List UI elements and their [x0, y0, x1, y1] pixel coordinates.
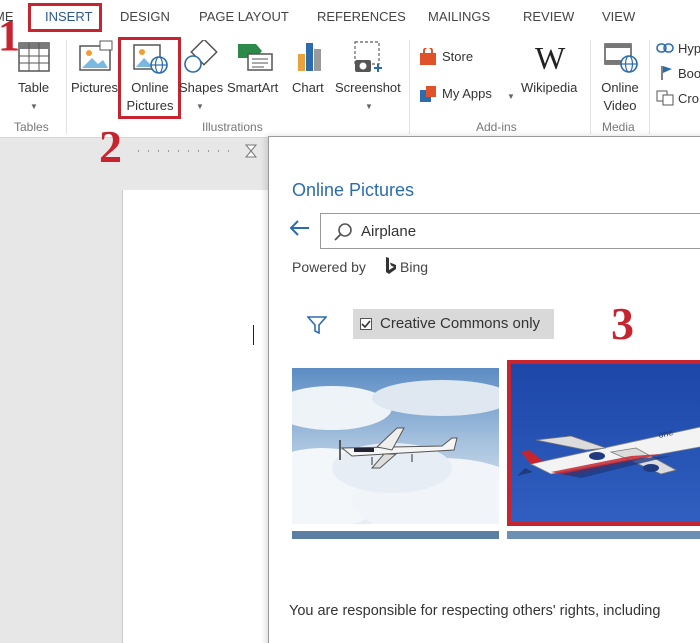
text-cursor: [253, 325, 254, 345]
tab-design[interactable]: DESIGN: [120, 9, 170, 24]
cross-reference-label: Cro: [678, 91, 699, 106]
online-pictures-label-line2: Pictures: [126, 98, 174, 113]
tab-review[interactable]: REVIEW: [523, 9, 574, 24]
bing-label: Bing: [400, 259, 429, 275]
hyperlink-label: Hyp: [678, 41, 700, 56]
picture-icon: [79, 40, 113, 71]
step-number-3: 3: [611, 298, 634, 349]
online-pictures-label-line1: Online: [131, 80, 169, 95]
cross-reference-icon: [656, 90, 674, 106]
chart-icon: [298, 43, 321, 71]
airliner-photo: one: [511, 364, 700, 522]
small-plane-photo: [292, 368, 499, 524]
wikipedia-icon: W: [535, 40, 566, 76]
screenshot-label: Screenshot: [335, 80, 401, 95]
image-result-small-plane[interactable]: [292, 368, 499, 524]
online-pictures-icon: [133, 44, 168, 74]
step-number-2: 2: [99, 121, 122, 172]
step-number-1: 1: [0, 11, 20, 60]
table-icon: [18, 42, 50, 72]
pictures-label: Pictures: [71, 80, 118, 95]
search-box[interactable]: [320, 213, 700, 249]
image-result-row2-1[interactable]: [292, 531, 499, 539]
wikipedia-label: Wikipedia: [521, 80, 578, 95]
checkmark-icon: [361, 320, 371, 329]
shapes-icon: [184, 40, 218, 73]
creative-commons-checkbox[interactable]: [360, 318, 372, 330]
creative-commons-label: Creative Commons only: [380, 315, 541, 332]
group-label-illustrations: Illustrations: [202, 120, 263, 134]
image-result-airliner-selected[interactable]: one: [507, 360, 700, 526]
online-video-label-line2: Video: [603, 98, 637, 113]
dialog-title: Online Pictures: [292, 180, 415, 200]
online-pictures-dialog: Online Pictures Powered by Bing Creative…: [268, 136, 700, 643]
image-result-row2-2[interactable]: [507, 531, 700, 539]
tab-insert[interactable]: INSERT: [45, 9, 92, 24]
bing-logo-icon: [386, 257, 396, 274]
ribbon-tab-bar: ME INSERT DESIGN PAGE LAYOUT REFERENCES …: [0, 0, 700, 34]
tab-view[interactable]: VIEW: [602, 9, 635, 24]
rights-notice: You are responsible for respecting other…: [289, 603, 661, 619]
search-icon: [334, 223, 352, 241]
hyperlink-icon: [656, 43, 674, 53]
chart-label: Chart: [292, 80, 324, 95]
screenshot-icon: [354, 41, 382, 72]
creative-commons-toggle[interactable]: Creative Commons only: [353, 309, 554, 339]
chevron-down-icon: ▼: [507, 92, 515, 101]
powered-by-label: Powered by: [292, 259, 366, 275]
back-arrow-icon[interactable]: [289, 220, 311, 236]
shapes-label: Shapes: [179, 80, 224, 95]
tab-page-layout[interactable]: PAGE LAYOUT: [199, 9, 289, 24]
smartart-icon: [238, 44, 273, 71]
group-label-addins: Add-ins: [476, 120, 517, 134]
store-icon: [420, 48, 436, 65]
document-page[interactable]: [122, 190, 282, 643]
table-label: Table: [18, 80, 50, 95]
my-apps-icon: [420, 86, 436, 102]
online-video-icon: [604, 43, 638, 73]
filter-icon[interactable]: [307, 316, 327, 334]
my-apps-label: My Apps: [442, 86, 492, 101]
online-video-label-line1: Online: [601, 80, 639, 95]
group-label-tables: Tables: [14, 120, 49, 134]
chevron-down-icon: ▼: [30, 102, 38, 111]
chevron-down-icon: ▼: [365, 102, 373, 111]
horizontal-ruler[interactable]: [120, 144, 270, 158]
bookmark-label: Boo: [678, 66, 700, 81]
store-label: Store: [442, 49, 474, 64]
search-input[interactable]: [361, 220, 700, 242]
tab-mailings[interactable]: MAILINGS: [428, 9, 490, 24]
bookmark-icon: [661, 66, 672, 80]
group-label-media: Media: [602, 120, 635, 134]
smartart-label: SmartArt: [227, 80, 279, 95]
chevron-down-icon: ▼: [196, 102, 204, 111]
tab-references[interactable]: REFERENCES: [317, 9, 406, 24]
